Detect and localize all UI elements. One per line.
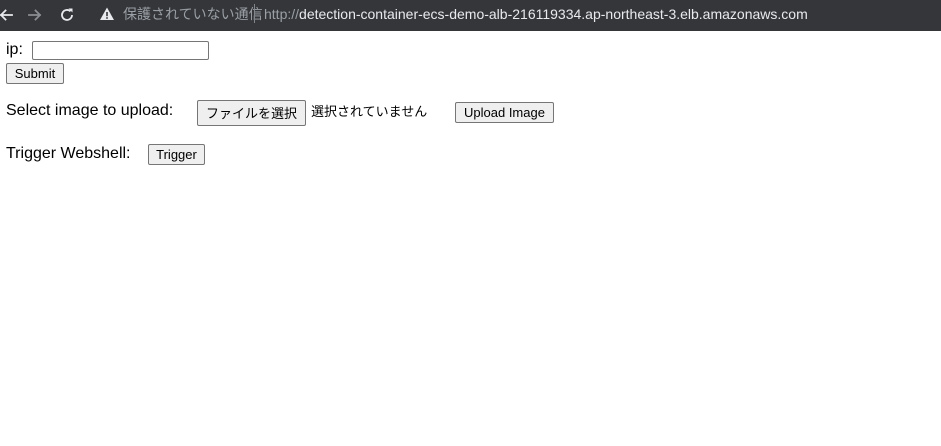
upload-image-button[interactable]: Upload Image [455, 102, 554, 123]
upload-label: Select image to upload: [6, 102, 174, 119]
ip-label: ip: [6, 41, 23, 58]
warning-triangle-icon[interactable] [98, 5, 116, 23]
webshell-label: Trigger Webshell: [6, 145, 131, 162]
forward-arrow-icon[interactable] [23, 3, 47, 27]
no-file-selected-text: 選択されていません [311, 104, 428, 119]
submit-button[interactable]: Submit [6, 63, 64, 84]
choose-file-button[interactable]: ファイルを選択 [197, 100, 306, 126]
reload-icon[interactable] [55, 3, 79, 27]
url-scheme: http:// [264, 6, 300, 22]
url-host: detection-container-ecs-demo-alb-2161193… [299, 6, 808, 22]
security-status-label[interactable]: 保護されていない通信 [123, 5, 263, 23]
trigger-button[interactable]: Trigger [148, 144, 205, 165]
back-arrow-icon[interactable] [0, 3, 18, 27]
address-bar-url[interactable]: http://detection-container-ecs-demo-alb-… [264, 5, 808, 23]
page-content: ip: Submit Select image to upload: ファイルを… [0, 31, 941, 446]
omnibox-divider [254, 4, 255, 23]
ip-input[interactable] [32, 41, 209, 60]
browser-toolbar: 保護されていない通信 http://detection-container-ec… [0, 0, 941, 31]
